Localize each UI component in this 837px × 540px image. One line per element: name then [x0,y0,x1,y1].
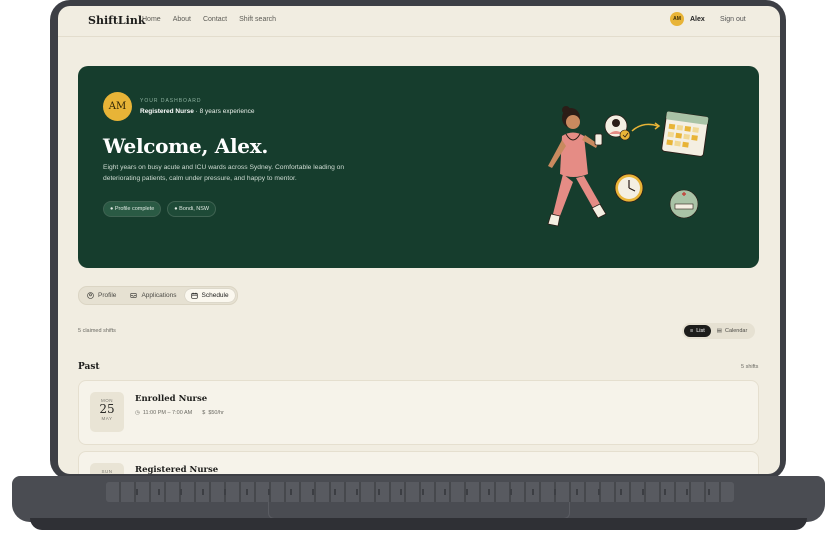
tab-label: Profile [98,292,117,299]
role-title: Registered Nurse [140,108,194,115]
role-line: Registered Nurse · 8 years experience [140,108,255,115]
shift-month: MAY [101,416,113,421]
logo[interactable]: ShiftLink [88,14,145,27]
shift-count: 5 shifts [741,364,759,370]
shift-title: Registered Nurse [135,465,219,474]
claimed-shifts-count: 5 claimed shifts [78,328,116,334]
tab-schedule[interactable]: Schedule [184,289,235,302]
calendar-icon [190,292,198,299]
laptop-base-edge [30,518,807,530]
app-screen: ShiftLink Home About Contact Shift searc… [58,6,780,474]
tab-profile[interactable]: Profile [81,289,122,302]
shift-title: Enrolled Nurse [135,394,208,404]
bio-text: Eight years on busy acute and ICU wards … [103,164,345,182]
dollar-icon: $ [202,410,206,416]
shift-weekday: SUN [101,469,113,474]
shift-day: 25 [99,402,115,416]
tab-label: Schedule [201,292,229,299]
shift-date: SUN [90,463,124,474]
user-name: Alex [690,15,705,23]
status-pills: ● Profile complete ● Bondi, NSW [103,201,217,217]
experience-text: · 8 years experience [195,108,255,115]
nav-link-shift-search[interactable]: Shift search [239,16,276,23]
tab-applications[interactable]: Applications [124,289,182,302]
shift-time: ◷ 11:00 PM – 7:00 AM [135,410,193,416]
shift-card[interactable]: SUN Registered Nurse [78,451,759,474]
section-heading-past: Past [78,362,100,372]
nav-links: Home About Contact Shift search [142,16,276,23]
view-toggle: ≡ List ▤ Calendar [682,323,756,339]
clock-icon: ◷ [135,410,140,416]
shift-card[interactable]: MON 25 MAY Enrolled Nurse ◷ 11:00 PM – 7:… [78,380,759,445]
nurse-illustration [547,106,709,227]
calendar-view-button[interactable]: ▤ Calendar [711,325,754,337]
inbox-icon [130,293,138,298]
calendar-graphic [661,111,709,157]
list-icon: ≡ [690,328,694,334]
user-icon [87,292,94,299]
top-nav: ShiftLink Home About Contact Shift searc… [58,6,780,37]
sign-out-link[interactable]: Sign out [720,16,746,23]
dashboard-tabs: Profile Applications Schedule [78,286,238,305]
laptop-trackpad [268,502,570,519]
nav-link-home[interactable]: Home [142,16,161,23]
nav-link-about[interactable]: About [173,16,191,23]
shift-rate: $ $50/hr [202,410,224,416]
welcome-heading: Welcome, Alex. [103,134,269,158]
nurse-figure [547,106,607,227]
avatar: AM [670,12,684,26]
profile-avatar: AM [103,92,132,121]
shift-date: MON 25 MAY [90,392,124,432]
dashboard-eyebrow: YOUR DASHBOARD [140,98,202,104]
profile-complete-badge: ● Profile complete [103,201,162,217]
location-badge: ● Bondi, NSW [167,201,217,217]
laptop-keyboard-keys [116,489,724,495]
user-menu[interactable]: AM Alex [670,12,705,26]
welcome-hero: AM YOUR DASHBOARD Registered Nurse · 8 y… [78,66,759,268]
nav-link-contact[interactable]: Contact [203,16,227,23]
shift-meta: ◷ 11:00 PM – 7:00 AM $ $50/hr [135,410,224,416]
calendar-small-icon: ▤ [716,328,722,334]
list-view-button[interactable]: ≡ List [684,325,711,337]
tab-label: Applications [141,292,177,299]
